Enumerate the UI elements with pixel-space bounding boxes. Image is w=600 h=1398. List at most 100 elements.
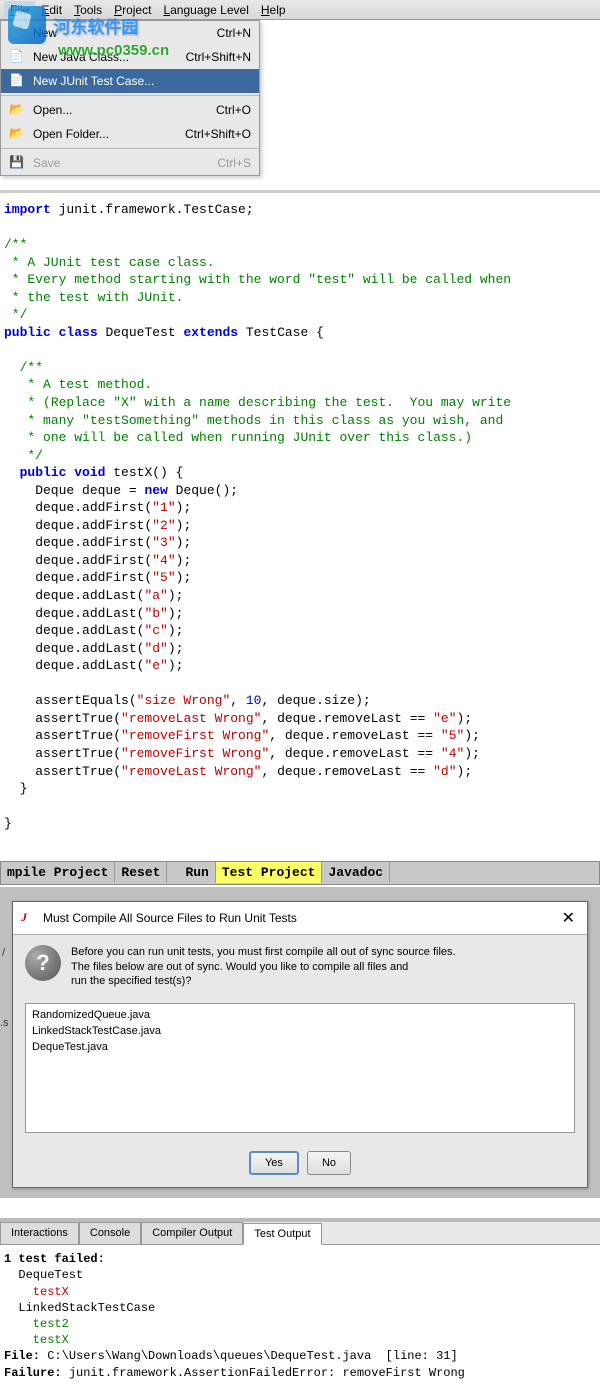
code-text: ); <box>457 711 473 726</box>
output-line: C:\Users\Wang\Downloads\queues\DequeTest… <box>47 1349 457 1363</box>
code-comment: /** <box>20 360 43 375</box>
code-text: ); <box>176 518 192 533</box>
tab-console[interactable]: Console <box>79 1222 141 1244</box>
menu-new[interactable]: 📄 New Ctrl+N <box>1 21 259 45</box>
output-line: LinkedStackTestCase <box>4 1301 155 1315</box>
code-string: "3" <box>152 535 175 550</box>
code-text: assertTrue( <box>4 728 121 743</box>
tab-interactions[interactable]: Interactions <box>0 1222 79 1244</box>
no-button[interactable]: No <box>307 1151 351 1175</box>
test-project-button[interactable]: Test Project <box>216 862 323 883</box>
code-kw: public <box>4 325 51 340</box>
code-text: ); <box>168 641 184 656</box>
menu-separator-1 <box>1 95 259 96</box>
code-comment: * many "testSomething" methods in this c… <box>20 413 504 428</box>
menu-edit[interactable]: Edit <box>35 1 68 19</box>
code-string: "1" <box>152 500 175 515</box>
junit-icon: 📄 <box>9 73 27 89</box>
list-item[interactable]: RandomizedQueue.java <box>32 1008 568 1024</box>
code-text: Deque deque = <box>4 483 144 498</box>
code-comment: */ <box>20 448 43 463</box>
folder-icon: 📂 <box>9 126 27 142</box>
menu-open-shortcut: Ctrl+O <box>196 103 251 117</box>
code-kw: class <box>59 325 98 340</box>
code-string: "a" <box>144 588 167 603</box>
dialog-file-list[interactable]: RandomizedQueue.java LinkedStackTestCase… <box>25 1003 575 1133</box>
code-text: assertEquals( <box>4 693 137 708</box>
code-text: deque.addFirst( <box>4 553 152 568</box>
list-item[interactable]: DequeTest.java <box>32 1040 568 1056</box>
code-string: "b" <box>144 606 167 621</box>
code-string: "removeLast Wrong" <box>121 764 261 779</box>
java-class-icon: 📄 <box>9 49 27 65</box>
menu-help[interactable]: Help <box>255 1 292 19</box>
menu-open-label: Open... <box>33 103 196 117</box>
code-text: , deque.removeLast == <box>261 711 433 726</box>
menu-open-folder[interactable]: 📂 Open Folder... Ctrl+Shift+O <box>1 122 259 146</box>
code-string: "5" <box>152 570 175 585</box>
code-text: ); <box>168 658 184 673</box>
javadoc-button[interactable]: Javadoc <box>322 862 390 883</box>
code-text: ); <box>176 500 192 515</box>
code-kw: void <box>74 465 105 480</box>
menu-open[interactable]: 📂 Open... Ctrl+O <box>1 98 259 122</box>
menu-language-level[interactable]: Language Level <box>157 1 254 19</box>
code-kw: extends <box>183 325 238 340</box>
code-string: "4" <box>441 746 464 761</box>
file-dropdown: 📄 New Ctrl+N 📄 New Java Class... Ctrl+Sh… <box>0 20 260 176</box>
build-toolbar: mpile Project Reset Run Test Project Jav… <box>0 861 600 885</box>
reset-button[interactable]: Reset <box>115 862 167 883</box>
code-text: deque.addFirst( <box>4 500 152 515</box>
code-string: "e" <box>433 711 456 726</box>
save-icon: 💾 <box>9 155 27 171</box>
dialog-message: Before you can run unit tests, you must … <box>71 945 456 990</box>
code-text: deque.addFirst( <box>4 535 152 550</box>
menu-project[interactable]: Project <box>108 1 157 19</box>
menu-tools[interactable]: Tools <box>68 1 108 19</box>
output-label: Failure: <box>4 1366 69 1380</box>
code-text: assertTrue( <box>4 746 121 761</box>
open-folder-icon: 📂 <box>9 102 27 118</box>
dialog-msg-line: run the specified test(s)? <box>71 974 456 989</box>
code-text: deque.addLast( <box>4 606 144 621</box>
list-item[interactable]: LinkedStackTestCase.java <box>32 1024 568 1040</box>
close-icon[interactable]: ✕ <box>558 908 579 928</box>
code-comment: * (Replace "X" with a name describing th… <box>20 395 511 410</box>
output-line: DequeTest <box>4 1268 83 1282</box>
output-line: 1 test failed: <box>4 1252 105 1266</box>
code-string: "c" <box>144 623 167 638</box>
code-text: } <box>4 781 27 796</box>
code-text: TestCase { <box>238 325 324 340</box>
new-file-icon: 📄 <box>9 25 27 41</box>
code-comment: */ <box>4 307 27 322</box>
menu-separator-2 <box>1 148 259 149</box>
code-string: "d" <box>144 641 167 656</box>
code-text: testX() { <box>105 465 183 480</box>
menubar: File Edit Tools Project Language Level H… <box>0 0 600 20</box>
menu-save-label: Save <box>33 156 197 170</box>
code-text: deque.addLast( <box>4 658 144 673</box>
code-string: "5" <box>441 728 464 743</box>
run-button[interactable]: Run <box>179 862 215 883</box>
menu-new-junit-test[interactable]: 📄 New JUnit Test Case... <box>1 69 259 93</box>
tab-compiler-output[interactable]: Compiler Output <box>141 1222 243 1244</box>
code-text: ); <box>176 535 192 550</box>
side-marker-2: .s <box>0 1017 9 1029</box>
dialog-titlebar: J Must Compile All Source Files to Run U… <box>13 902 587 935</box>
compile-project-button[interactable]: mpile Project <box>1 862 115 883</box>
dialog-backdrop: / .s J Must Compile All Source Files to … <box>0 887 600 1199</box>
dialog-buttons: Yes No <box>13 1143 587 1187</box>
yes-button[interactable]: Yes <box>249 1151 299 1175</box>
menu-new-java-class[interactable]: 📄 New Java Class... Ctrl+Shift+N <box>1 45 259 69</box>
menu-file[interactable]: File <box>4 1 35 19</box>
code-kw: public <box>20 465 67 480</box>
code-string: "size Wrong" <box>137 693 231 708</box>
menu-new-label: New <box>33 26 197 40</box>
output-pass-line: testX <box>4 1333 69 1347</box>
code-string: "e" <box>144 658 167 673</box>
tab-test-output[interactable]: Test Output <box>243 1223 321 1245</box>
test-output-content[interactable]: 1 test failed: DequeTest testX LinkedSta… <box>0 1245 600 1387</box>
code-text: , <box>230 693 246 708</box>
code-kw: import <box>4 202 51 217</box>
code-editor[interactable]: import junit.framework.TestCase; /** * A… <box>0 190 600 841</box>
